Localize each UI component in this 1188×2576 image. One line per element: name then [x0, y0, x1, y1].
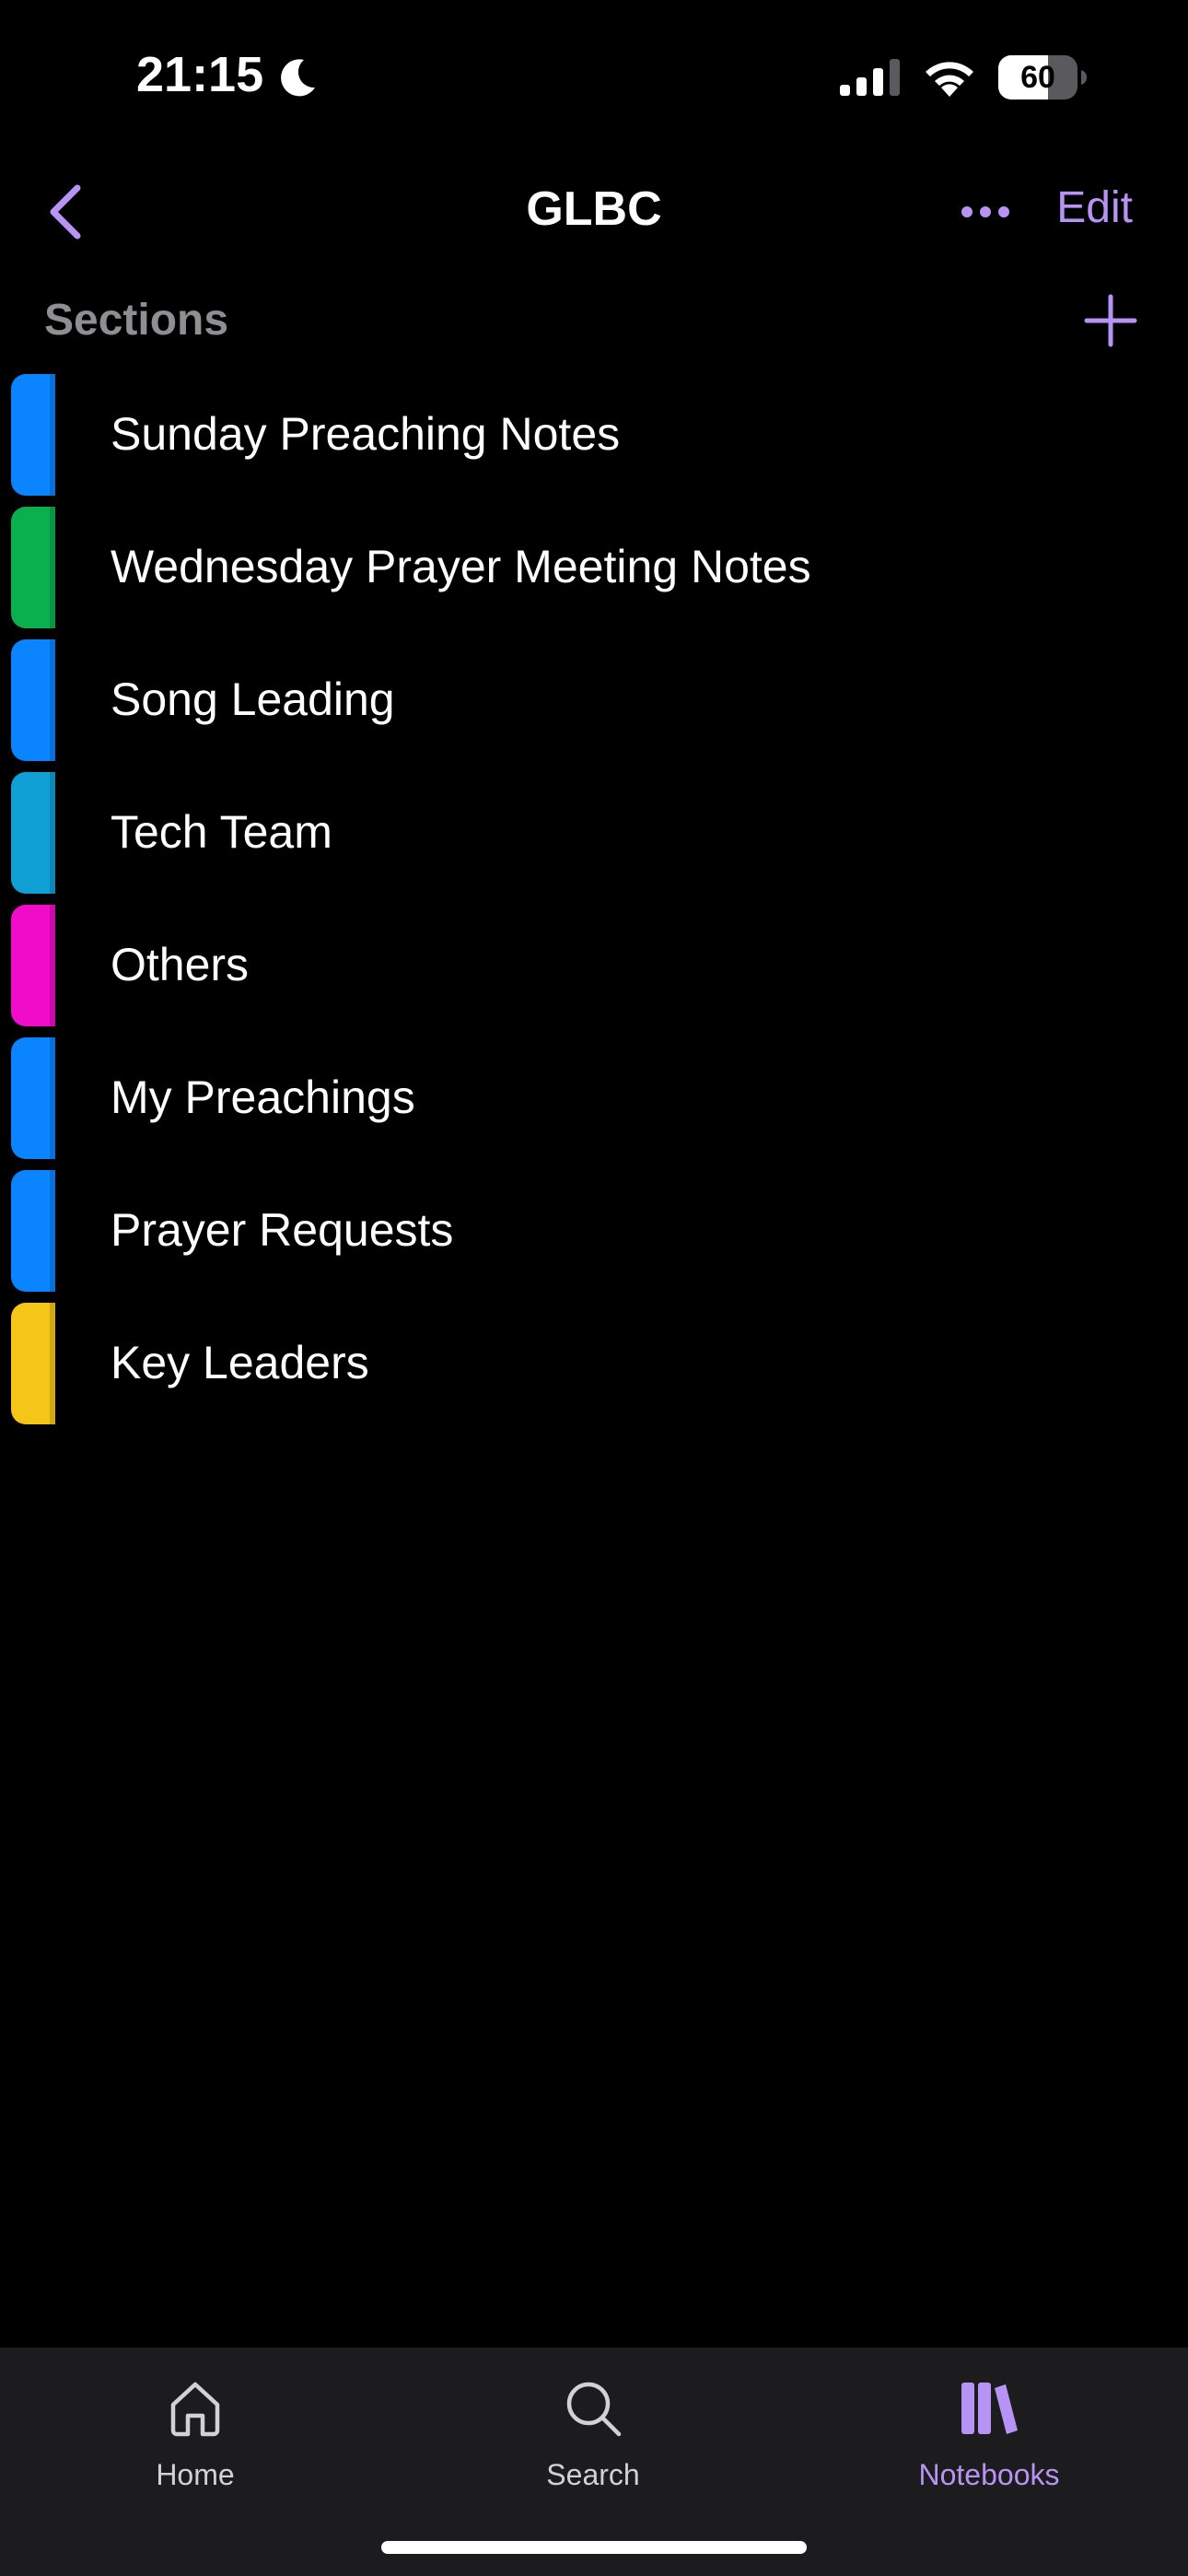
section-color-tab	[11, 1303, 55, 1424]
section-item[interactable]: Prayer Requests	[0, 1165, 1188, 1297]
section-item-label: Wednesday Prayer Meeting Notes	[111, 541, 811, 592]
status-time: 21:15	[136, 46, 319, 103]
section-item[interactable]: Others	[0, 899, 1188, 1032]
notebooks-icon	[956, 2375, 1022, 2441]
more-options-button[interactable]	[958, 184, 1013, 240]
home-indicator[interactable]	[381, 2541, 807, 2554]
section-color-tab	[11, 1170, 55, 1292]
status-bar: 21:15 60	[0, 0, 1188, 157]
section-item-label: Others	[111, 939, 250, 990]
section-item[interactable]: Song Leading	[0, 634, 1188, 767]
tab-home[interactable]: Home	[76, 2375, 315, 2492]
section-item-label: My Preachings	[111, 1071, 415, 1123]
section-item-label: Tech Team	[111, 806, 332, 858]
moon-icon	[276, 53, 319, 97]
status-time-text: 21:15	[136, 47, 264, 102]
edit-button[interactable]: Edit	[1056, 182, 1133, 233]
section-item-label: Song Leading	[111, 673, 395, 725]
add-section-button[interactable]	[1077, 287, 1144, 354]
section-list: Sunday Preaching Notes Wednesday Prayer …	[0, 369, 1188, 1430]
section-item[interactable]: Key Leaders	[0, 1297, 1188, 1430]
battery-icon: 60	[998, 55, 1087, 100]
sections-heading: Sections	[44, 296, 229, 345]
section-item-label: Prayer Requests	[111, 1204, 454, 1256]
section-item-label: Key Leaders	[111, 1337, 369, 1388]
search-icon	[560, 2375, 626, 2441]
sections-header: Sections	[0, 276, 1188, 365]
plus-icon	[1084, 294, 1137, 347]
wifi-icon	[923, 58, 976, 97]
status-indicators: 60	[840, 55, 1087, 100]
navigation-bar: GLBC Edit	[0, 157, 1188, 267]
section-item[interactable]: Wednesday Prayer Meeting Notes	[0, 501, 1188, 634]
home-icon	[162, 2375, 228, 2441]
section-color-tab	[11, 772, 55, 894]
tab-search-label: Search	[546, 2458, 640, 2491]
section-item[interactable]: Tech Team	[0, 767, 1188, 899]
more-dots-icon	[961, 206, 1009, 217]
tab-home-label: Home	[156, 2458, 235, 2491]
section-color-tab	[11, 639, 55, 761]
tab-search[interactable]: Search	[473, 2375, 713, 2492]
tab-notebooks[interactable]: Notebooks	[869, 2375, 1109, 2492]
section-item-label: Sunday Preaching Notes	[111, 408, 621, 460]
tab-notebooks-label: Notebooks	[918, 2458, 1060, 2491]
section-color-tab	[11, 507, 55, 628]
battery-level-text: 60	[1020, 59, 1055, 95]
section-color-tab	[11, 1037, 55, 1159]
cellular-signal-icon	[840, 59, 901, 96]
section-item[interactable]: My Preachings	[0, 1032, 1188, 1165]
section-color-tab	[11, 374, 55, 496]
section-item[interactable]: Sunday Preaching Notes	[0, 369, 1188, 501]
section-color-tab	[11, 905, 55, 1026]
